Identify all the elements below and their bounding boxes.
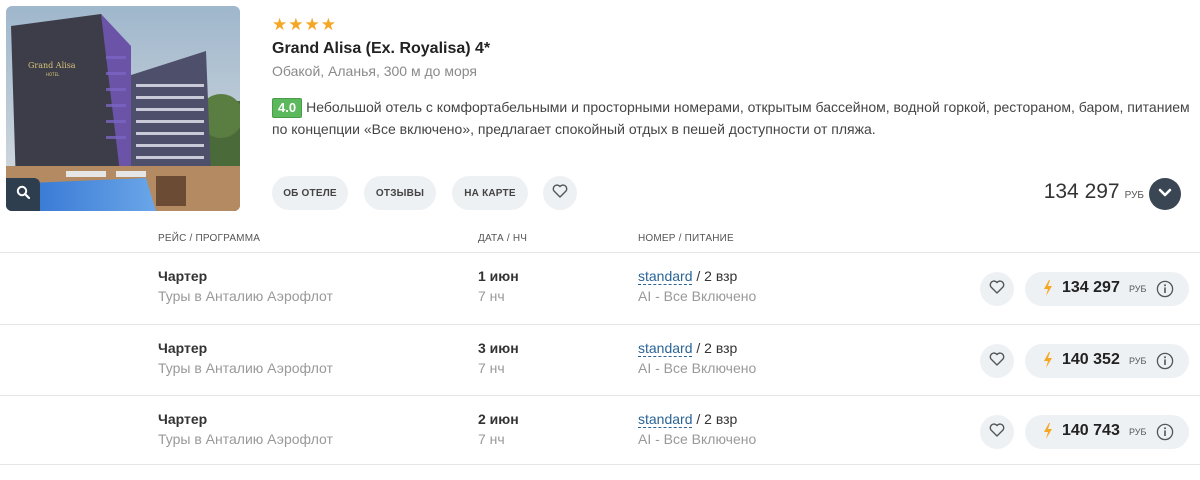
reviews-button[interactable]: ОТЗЫВЫ xyxy=(364,176,436,210)
tour-program: Туры в Анталию Аэрофлот xyxy=(158,288,333,304)
rating-badge: 4.0 xyxy=(272,98,303,118)
heart-icon xyxy=(989,422,1005,442)
room-info: standard / 2 взр xyxy=(638,411,738,428)
room-type-link[interactable]: standard xyxy=(638,268,693,285)
star-icon: ★ xyxy=(288,15,304,34)
lightning-icon xyxy=(1043,280,1053,301)
heart-icon xyxy=(552,183,568,203)
room-type-link[interactable]: standard xyxy=(638,340,693,357)
book-price-button[interactable]: 140 743 РУБ xyxy=(1025,415,1189,449)
offer-currency: РУБ xyxy=(1129,284,1147,294)
tour-program: Туры в Анталию Аэрофлот xyxy=(158,431,333,447)
hotel-sign-sub: HOTEL xyxy=(46,72,60,77)
departure-date: 1 июн xyxy=(478,268,519,284)
main-price: 134 297 РУБ xyxy=(1044,180,1144,204)
offer-currency: РУБ xyxy=(1129,356,1147,366)
offer-row: Чартер Туры в Анталию Аэрофлот 1 июн 7 н… xyxy=(0,252,1200,325)
star-icon: ★ xyxy=(272,15,288,34)
column-header-flight: РЕЙС / ПРОГРАММА xyxy=(158,233,261,244)
description-text: Небольшой отель с комфортабельными и про… xyxy=(272,99,1190,137)
star-icon: ★ xyxy=(304,15,320,34)
star-icon: ★ xyxy=(320,15,336,34)
room-type-link[interactable]: standard xyxy=(638,411,693,428)
on-map-button[interactable]: НА КАРТЕ xyxy=(452,176,528,210)
nights-count: 7 нч xyxy=(478,431,505,447)
favorite-hotel-button[interactable] xyxy=(543,176,577,210)
departure-date: 3 июн xyxy=(478,340,519,356)
hotel-photo[interactable]: Grand Alisa HOTEL xyxy=(6,6,240,211)
meal-plan: AI - Все Включено xyxy=(638,288,757,304)
meal-plan: AI - Все Включено xyxy=(638,431,757,447)
book-price-button[interactable]: 140 352 РУБ xyxy=(1025,344,1189,378)
column-header-date: ДАТА / НЧ xyxy=(478,233,528,244)
main-price-currency: РУБ xyxy=(1124,190,1144,201)
lightning-icon xyxy=(1043,423,1053,444)
departure-date: 2 июн xyxy=(478,411,519,427)
favorite-offer-button[interactable] xyxy=(980,272,1014,306)
favorite-offer-button[interactable] xyxy=(980,344,1014,378)
favorite-offer-button[interactable] xyxy=(980,415,1014,449)
hotel-name[interactable]: Grand Alisa (Ex. Royalisa) 4* xyxy=(272,40,490,58)
info-icon[interactable] xyxy=(1156,423,1174,446)
guests-count: / 2 взр xyxy=(692,268,738,284)
hotel-sign: Grand Alisa xyxy=(28,61,76,70)
guests-count: / 2 взр xyxy=(692,411,738,427)
main-price-value: 134 297 xyxy=(1043,180,1120,203)
room-info: standard / 2 взр xyxy=(638,340,738,357)
info-icon[interactable] xyxy=(1156,280,1174,303)
heart-icon xyxy=(989,351,1005,371)
flight-type: Чартер xyxy=(158,268,208,284)
hotel-stars: ★ ★ ★ ★ xyxy=(272,16,336,34)
lightning-icon xyxy=(1043,352,1053,373)
guests-count: / 2 взр xyxy=(692,340,738,356)
photo-zoom-button[interactable] xyxy=(6,178,40,211)
search-icon xyxy=(16,185,31,204)
flight-type: Чартер xyxy=(158,411,208,427)
about-hotel-button[interactable]: ОБ ОТЕЛЕ xyxy=(272,176,348,210)
offer-price: 140 352 xyxy=(1062,351,1120,368)
hotel-description: 4.0 Небольшой отель с комфортабельными и … xyxy=(272,96,1192,140)
nights-count: 7 нч xyxy=(478,360,505,376)
column-header-room: НОМЕР / ПИТАНИЕ xyxy=(638,233,734,244)
heart-icon xyxy=(989,279,1005,299)
chevron-down-icon xyxy=(1158,185,1172,203)
tour-program: Туры в Анталию Аэрофлот xyxy=(158,360,333,376)
offer-price: 140 743 xyxy=(1062,422,1120,439)
room-info: standard / 2 взр xyxy=(638,268,738,285)
offer-row: Чартер Туры в Анталию Аэрофлот 2 июн 7 н… xyxy=(0,395,1200,468)
offer-row: Чартер Туры в Анталию Аэрофлот 3 июн 7 н… xyxy=(0,324,1200,397)
offer-currency: РУБ xyxy=(1129,427,1147,437)
flight-type: Чартер xyxy=(158,340,208,356)
book-price-button[interactable]: 134 297 РУБ xyxy=(1025,272,1189,306)
divider xyxy=(0,464,1200,465)
info-icon[interactable] xyxy=(1156,352,1174,375)
expand-offers-button[interactable] xyxy=(1149,178,1181,210)
meal-plan: AI - Все Включено xyxy=(638,360,757,376)
nights-count: 7 нч xyxy=(478,288,505,304)
offer-price: 134 297 xyxy=(1062,279,1120,296)
hotel-location: Обакой, Аланья, 300 м до моря xyxy=(272,63,477,79)
